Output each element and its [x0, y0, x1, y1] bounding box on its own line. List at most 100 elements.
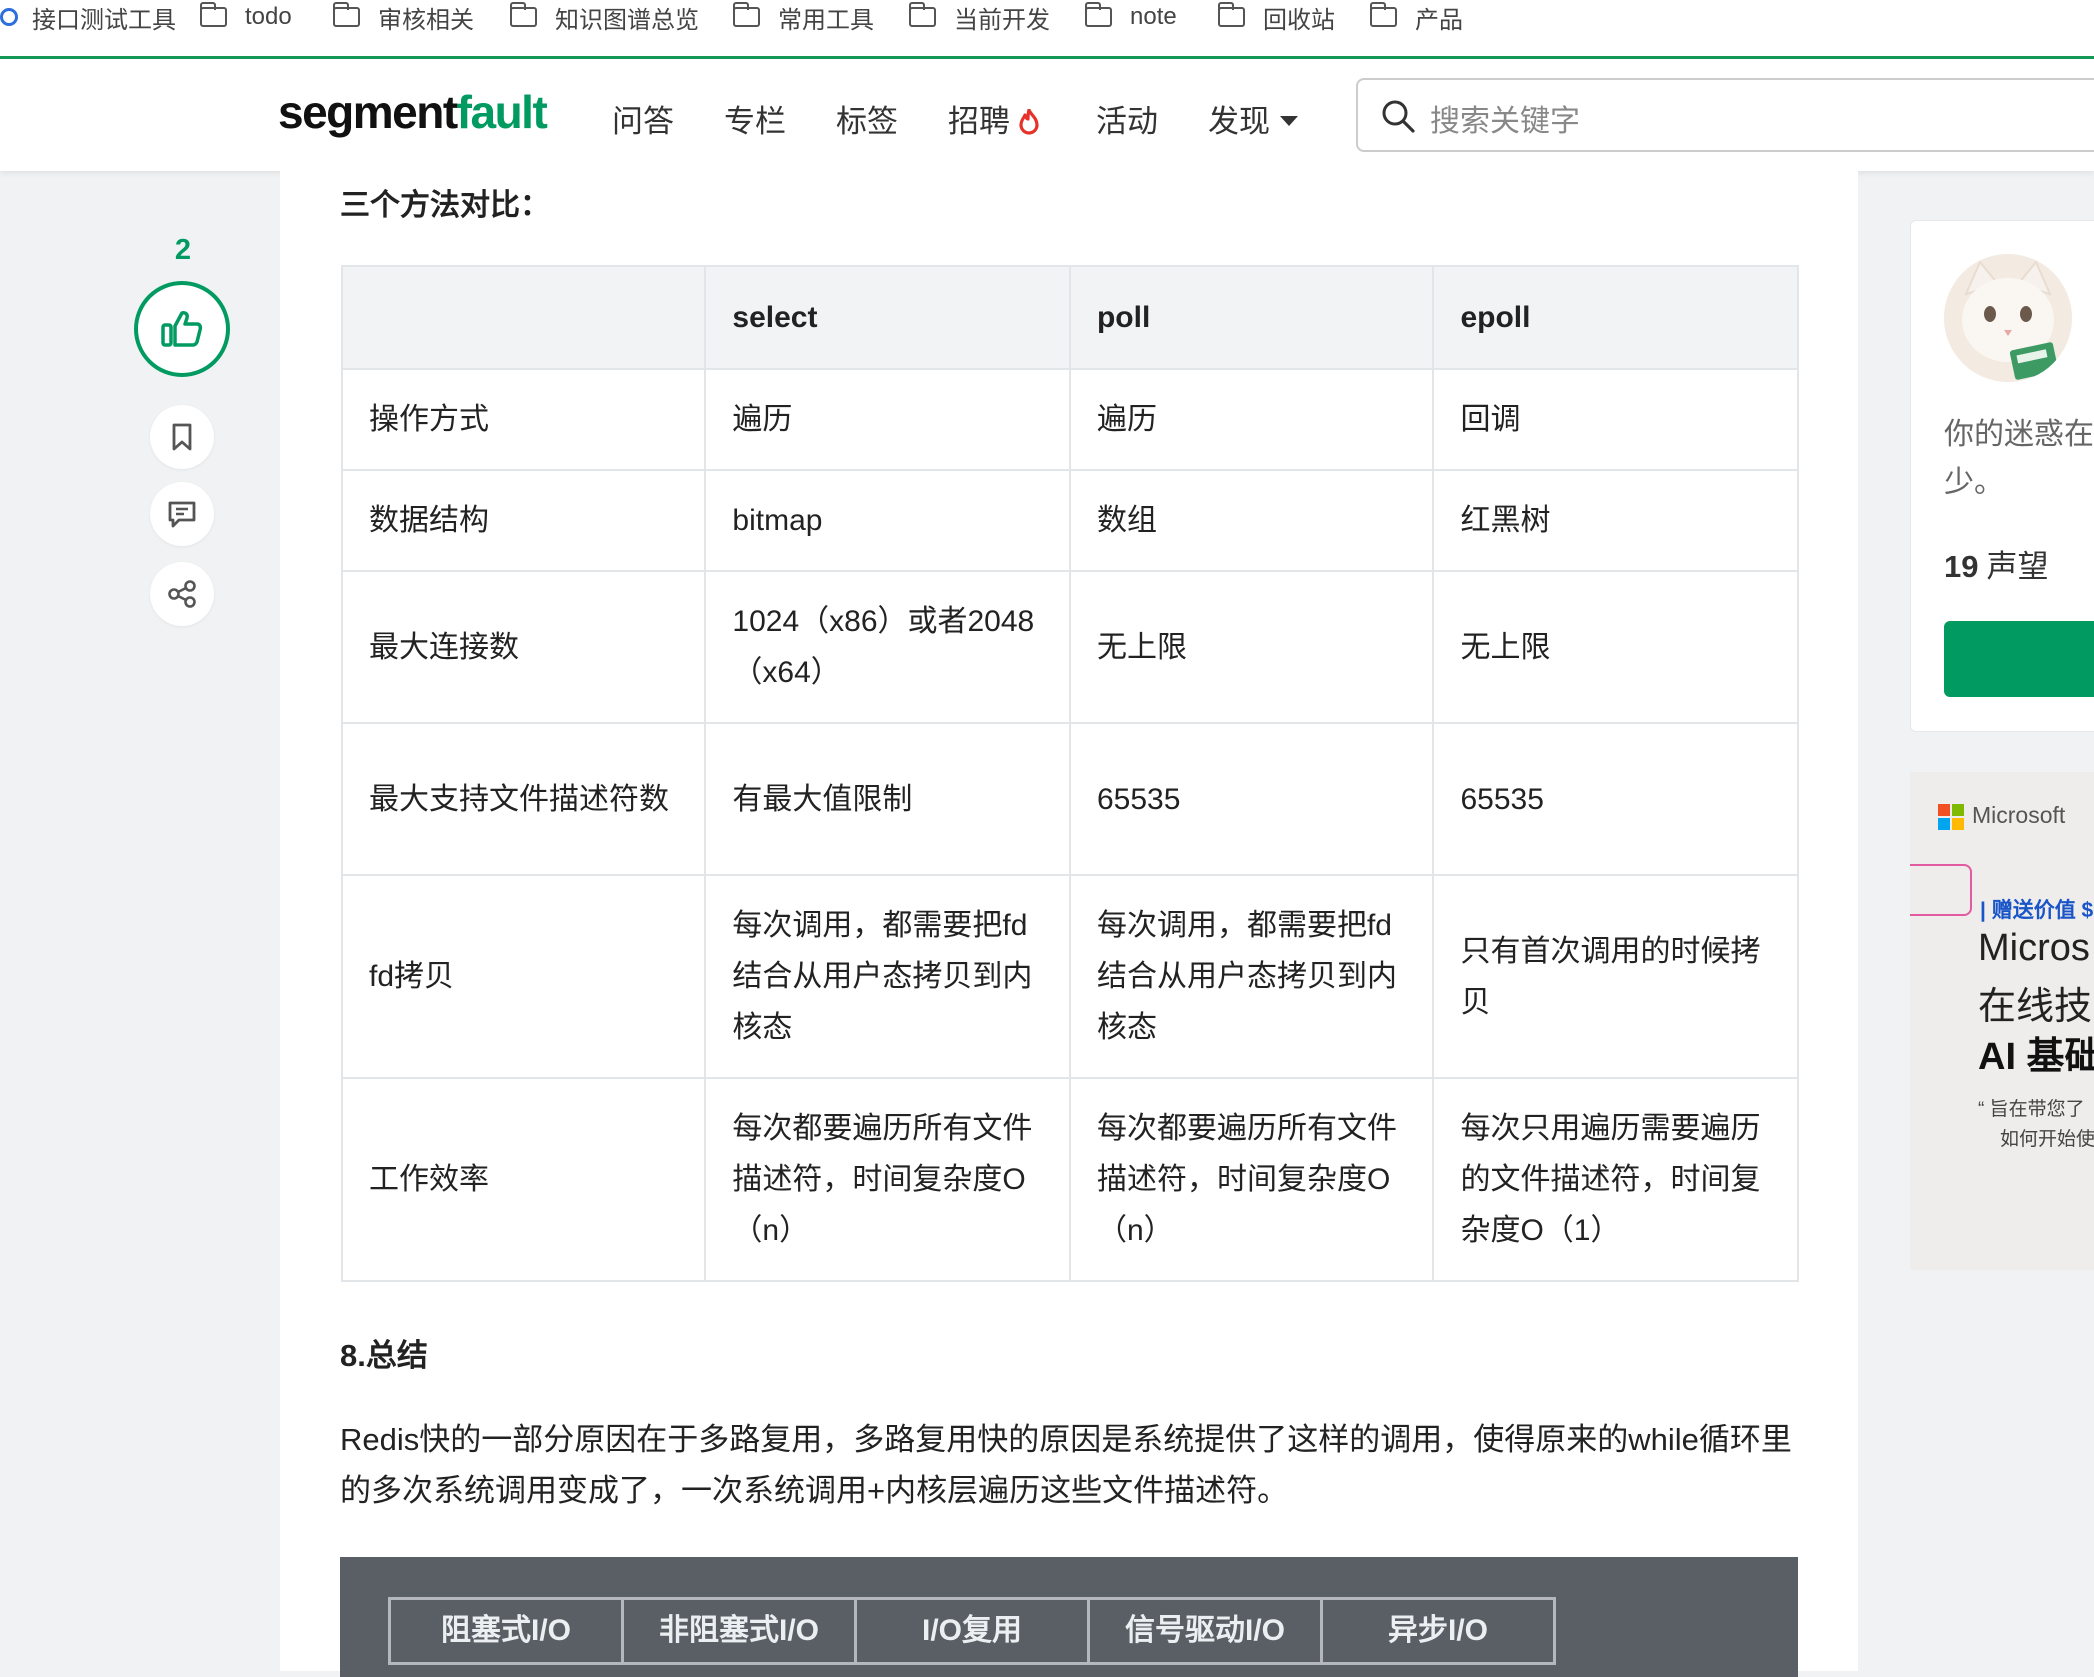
table-cell: bitmap: [704, 469, 1071, 572]
table-cell: 每次都要遍历所有文件描述符，时间复杂度O（n）: [1068, 1077, 1435, 1282]
io-models-image: 阻塞式I/O 非阻塞式I/O I/O复用 信号驱动I/O 异步I/O: [340, 1557, 1798, 1677]
comparison-table: select poll epoll 操作方式 遍历 遍历 回调 数据结构 bit…: [340, 265, 1799, 1282]
bookmark-folder[interactable]: 审核相关: [332, 2, 474, 34]
bookmark-folder[interactable]: note: [1084, 2, 1177, 32]
table-cell: 1024（x86）或者2048（x64）: [704, 570, 1071, 724]
nav-item-columns[interactable]: 专栏: [724, 96, 786, 141]
section-heading: 三个方法对比：: [340, 189, 550, 222]
io-model-label: 信号驱动I/O: [1087, 1597, 1323, 1665]
bookmark-folder[interactable]: 常用工具: [732, 2, 874, 34]
comment-button[interactable]: [150, 482, 214, 546]
share-button[interactable]: [150, 562, 214, 626]
bookmark-label: todo: [245, 3, 292, 30]
folder-icon: [1084, 2, 1112, 27]
bookmark-label: 接口测试工具: [32, 6, 176, 34]
table-row: 最大连接数 1024（x86）或者2048（x64） 无上限 无上限: [340, 570, 1799, 724]
table-cell: 无上限: [1068, 570, 1435, 724]
bookmark-folder[interactable]: todo: [199, 2, 292, 32]
nav-item-jobs[interactable]: 招聘: [948, 96, 1040, 141]
microsoft-logo-icon: [1938, 804, 1964, 830]
table-cell: 有最大值限制: [704, 722, 1071, 876]
ad-title-line: AI 基础: [1978, 1036, 2094, 1078]
like-button[interactable]: [134, 281, 230, 377]
search-box[interactable]: 搜索关键字: [1356, 78, 2094, 152]
nav-item-events[interactable]: 活动: [1096, 96, 1158, 141]
table-cell: 工作效率: [340, 1077, 707, 1282]
cat-avatar-icon: [1944, 254, 2072, 382]
bookmark-label: note: [1130, 3, 1177, 30]
logo-text-accent: fault: [456, 86, 548, 138]
folder-icon: [1217, 2, 1245, 27]
table-header-cell: [340, 265, 707, 370]
io-model-label: 非阻塞式I/O: [621, 1597, 857, 1665]
like-count: 2: [174, 234, 192, 266]
bookmark-item[interactable]: 接口测试工具: [0, 2, 176, 34]
folder-icon: [1369, 2, 1397, 27]
table-cell: 最大连接数: [340, 570, 707, 724]
table-cell: 数据结构: [340, 469, 707, 572]
table-cell: fd拷贝: [340, 874, 707, 1079]
sidebar-ad[interactable]: Microsoft | 赠送价值 $ Micros 在线技 AI 基础 “ 旨在…: [1910, 772, 2094, 1270]
bookmark-icon: [172, 423, 192, 451]
summary-paragraph: Redis快的一部分原因在于多路复用，多路复用快的原因是系统提供了这样的调用，使…: [340, 1422, 1792, 1508]
avatar[interactable]: [1944, 254, 2072, 382]
bookmark-label: 知识图谱总览: [555, 6, 699, 34]
folder-icon: [732, 2, 760, 27]
table-cell: 只有首次调用的时候拷贝: [1432, 874, 1799, 1079]
nav-label: 专栏: [724, 104, 786, 139]
ad-tag: | 赠送价值 $: [1980, 899, 2094, 922]
ad-title-line: 在线技: [1978, 986, 2093, 1028]
table-row: 操作方式 遍历 遍历 回调: [340, 368, 1799, 471]
folder-icon: [509, 2, 537, 27]
bookmarks-bar: 接口测试工具 todo 审核相关 知识图谱总览 常用工具 当前开发 note 回…: [0, 0, 2094, 59]
nav-item-tags[interactable]: 标签: [836, 96, 898, 141]
table-cell: 回调: [1432, 368, 1799, 471]
bookmark-folder[interactable]: 产品: [1369, 2, 1463, 34]
table-row: 数据结构 bitmap 数组 红黑树: [340, 469, 1799, 572]
ad-brand: Microsoft: [1972, 802, 2066, 828]
nav-label: 活动: [1096, 104, 1158, 139]
table-cell: 最大支持文件描述符数: [340, 722, 707, 876]
ad-quote-line: “ 旨在带您了: [1978, 1099, 2085, 1120]
folder-icon: [332, 2, 360, 27]
reputation: 19 声望: [1944, 541, 2048, 586]
search-input[interactable]: 搜索关键字: [1430, 96, 1580, 140]
table-cell: 遍历: [1068, 368, 1435, 471]
table-row: 工作效率 每次都要遍历所有文件描述符，时间复杂度O（n） 每次都要遍历所有文件描…: [340, 1077, 1799, 1282]
io-model-label: 异步I/O: [1320, 1597, 1556, 1665]
table-cell: 每次调用，都需要把fd结合从用户态拷贝到内核态: [704, 874, 1071, 1079]
comment-icon: [168, 501, 196, 528]
table-cell: 数组: [1068, 469, 1435, 572]
folder-icon: [908, 2, 936, 27]
bookmark-label: 产品: [1415, 6, 1463, 34]
bookmark-button[interactable]: [150, 405, 214, 469]
thumbs-up-icon: [161, 311, 203, 347]
bookmark-label: 当前开发: [954, 6, 1050, 34]
table-cell: 遍历: [704, 368, 1071, 471]
search-icon: [1382, 100, 1415, 133]
bookmark-folder[interactable]: 当前开发: [908, 2, 1050, 34]
reputation-label: 声望: [1986, 549, 2049, 584]
nav-item-questions[interactable]: 问答: [612, 96, 674, 141]
nav-label: 招聘: [948, 104, 1010, 139]
bookmark-folder[interactable]: 回收站: [1217, 2, 1335, 34]
table-cell: 65535: [1432, 722, 1799, 876]
fire-icon: [1019, 109, 1039, 135]
ad-quote-line: 如何开始使: [2000, 1129, 2094, 1150]
bookmark-label: 常用工具: [778, 6, 874, 34]
io-model-label: I/O复用: [854, 1597, 1090, 1665]
reputation-value: 19: [1944, 549, 1979, 584]
author-bio: 你的迷惑在少。: [1944, 418, 2094, 499]
table-header-cell: epoll: [1432, 265, 1799, 370]
chevron-down-icon: [1280, 116, 1298, 126]
bookmark-folder[interactable]: 知识图谱总览: [509, 2, 699, 34]
globe-icon: [0, 8, 18, 26]
io-model-label: 阻塞式I/O: [388, 1597, 624, 1665]
table-row: 最大支持文件描述符数 有最大值限制 65535 65535: [340, 722, 1799, 876]
table-cell: 无上限: [1432, 570, 1799, 724]
follow-button[interactable]: [1944, 621, 2094, 697]
nav-label: 问答: [612, 104, 674, 139]
nav-item-discover[interactable]: 发现: [1208, 96, 1298, 141]
site-logo[interactable]: segmentfault: [278, 85, 548, 139]
table-cell: 每次只用遍历需要遍历的文件描述符，时间复杂度O（1）: [1432, 1077, 1799, 1282]
